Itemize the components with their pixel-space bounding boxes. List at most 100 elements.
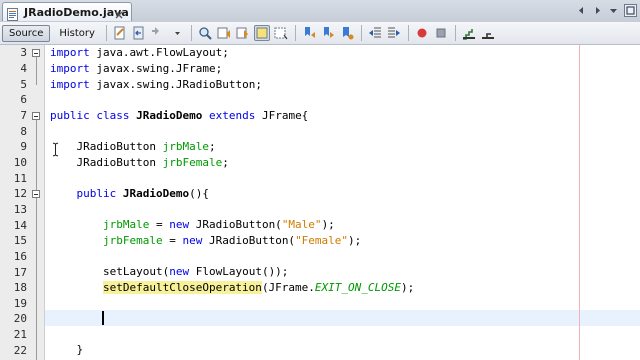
uncomment-icon[interactable] (480, 25, 496, 41)
text-caret (102, 311, 104, 325)
code-text: javax.swing.JFrame; (89, 62, 223, 75)
code-text: ); (348, 234, 362, 247)
editor-tab-bar: JRadioDemo.java (0, 0, 640, 23)
close-tab-icon[interactable] (113, 6, 125, 19)
current-line-highlight (45, 310, 640, 326)
highlighted-method: setDefaultCloseOperation (102, 281, 262, 294)
fold-constructor-toggle[interactable] (32, 190, 40, 198)
source-view-button[interactable]: Source (2, 24, 51, 42)
field-name: jrbMale (162, 140, 209, 153)
code-line-7: public class JRadioDemo extends JFrame{ (50, 108, 308, 124)
code-text: JRadioButton( (189, 218, 282, 231)
back-icon[interactable] (131, 25, 147, 41)
find-next-icon[interactable] (235, 25, 251, 41)
shift-left-icon[interactable] (367, 25, 383, 41)
keyword: new (169, 265, 190, 278)
fold-guide (36, 57, 37, 85)
history-view-button[interactable]: History (52, 25, 102, 42)
code-line-22: } (50, 342, 84, 358)
previous-bookmark-icon[interactable] (301, 25, 317, 41)
line-number: 7 (20, 109, 27, 122)
line-number: 11 (13, 172, 27, 185)
scroll-tabs-right-icon[interactable] (591, 4, 604, 17)
line-number: 6 (20, 93, 27, 106)
toolbar-separator (454, 25, 456, 41)
text-cursor-icon (52, 142, 59, 157)
line-number: 5 (20, 78, 27, 91)
keyword: import (50, 46, 90, 59)
editor-tab-jradiodemo[interactable]: JRadioDemo.java (2, 2, 132, 21)
find-previous-icon[interactable] (216, 25, 232, 41)
closing-brace: } (76, 343, 84, 356)
line-number: 17 (13, 266, 27, 279)
line-number: 22 (13, 344, 27, 357)
type-name: JRadioButton (50, 156, 163, 169)
java-file-icon (7, 6, 18, 21)
code-text: = (149, 218, 170, 231)
last-edit-icon[interactable] (112, 25, 128, 41)
code-line-14: jrbMale = new JRadioButton("Male"); (50, 217, 335, 233)
line-number: 9 (20, 140, 27, 153)
code-text: java.awt.FlowLayout; (89, 46, 229, 59)
line-number-gutter[interactable]: 3 4 5 6 7 8 9 10 11 12 13 14 15 16 17 18… (0, 45, 45, 360)
keyword: public class (50, 109, 130, 122)
start-macro-icon[interactable] (414, 25, 430, 41)
code-text: JFrame{ (255, 109, 309, 122)
code-line-10: JRadioButton jrbFemale; (50, 155, 229, 171)
scroll-tabs-left-icon[interactable] (575, 4, 588, 17)
toolbar-separator (407, 25, 409, 41)
keyword: public (50, 187, 117, 200)
keyword: new (182, 234, 203, 247)
field-name: jrbMale (102, 218, 150, 231)
keyword: import (50, 78, 90, 91)
code-text: (JFrame. (261, 281, 315, 294)
line-number: 20 (13, 312, 27, 325)
editor-toolbar: Source History (0, 22, 640, 45)
shift-right-icon[interactable] (386, 25, 402, 41)
field-name: jrbFemale (102, 234, 163, 247)
toggle-rect-select-icon[interactable] (273, 25, 289, 41)
toggle-highlight-icon[interactable] (254, 25, 271, 41)
fold-imports-toggle[interactable] (32, 49, 40, 57)
line-number: 8 (20, 125, 27, 138)
show-opened-documents-icon[interactable] (607, 4, 620, 17)
keyword: extends (208, 109, 256, 122)
toolbar-separator (360, 25, 362, 41)
line-number: 14 (13, 219, 27, 232)
type-name: JRadioButton (50, 140, 163, 153)
stop-macro-icon[interactable] (433, 25, 449, 41)
line-number: 21 (13, 328, 27, 341)
code-line-5: import javax.swing.JRadioButton; (50, 77, 262, 93)
find-selection-icon[interactable] (197, 25, 213, 41)
line-number: 3 (20, 46, 27, 59)
field-name: jrbFemale (162, 156, 223, 169)
line-number: 16 (13, 250, 27, 263)
code-line-12: public JRadioDemo(){ (50, 186, 208, 202)
line-number: 15 (13, 234, 27, 247)
next-bookmark-icon[interactable] (320, 25, 336, 41)
maximize-window-icon[interactable] (624, 4, 637, 17)
code-line-9: JRadioButton jrbMale; (50, 139, 215, 155)
code-text: ; (222, 156, 229, 169)
line-number: 10 (13, 156, 27, 169)
code-text: JRadioButton( (202, 234, 296, 247)
line-number: 18 (13, 281, 27, 294)
code-text: FlowLayout()); (189, 265, 289, 278)
toolbar-separator (190, 25, 192, 41)
code-text: javax.swing.JRadioButton; (89, 78, 262, 91)
line-number: 4 (20, 62, 27, 75)
code-line-4: import javax.swing.JFrame; (50, 61, 222, 77)
fold-class-toggle[interactable] (32, 112, 40, 120)
dropdown-arrow-icon[interactable] (169, 25, 185, 41)
code-line-17: setLayout(new FlowLayout()); (50, 264, 288, 280)
comment-icon[interactable] (461, 25, 477, 41)
keyword: new (169, 218, 190, 231)
right-margin-guide (579, 45, 580, 360)
toggle-bookmark-icon[interactable] (339, 25, 355, 41)
constant-name: EXIT_ON_CLOSE (314, 281, 402, 294)
forward-icon[interactable] (150, 25, 166, 41)
keyword: import (50, 62, 90, 75)
code-text: setLayout( (102, 265, 170, 278)
fold-guide (36, 120, 37, 360)
string-literal: "Female" (295, 234, 349, 247)
